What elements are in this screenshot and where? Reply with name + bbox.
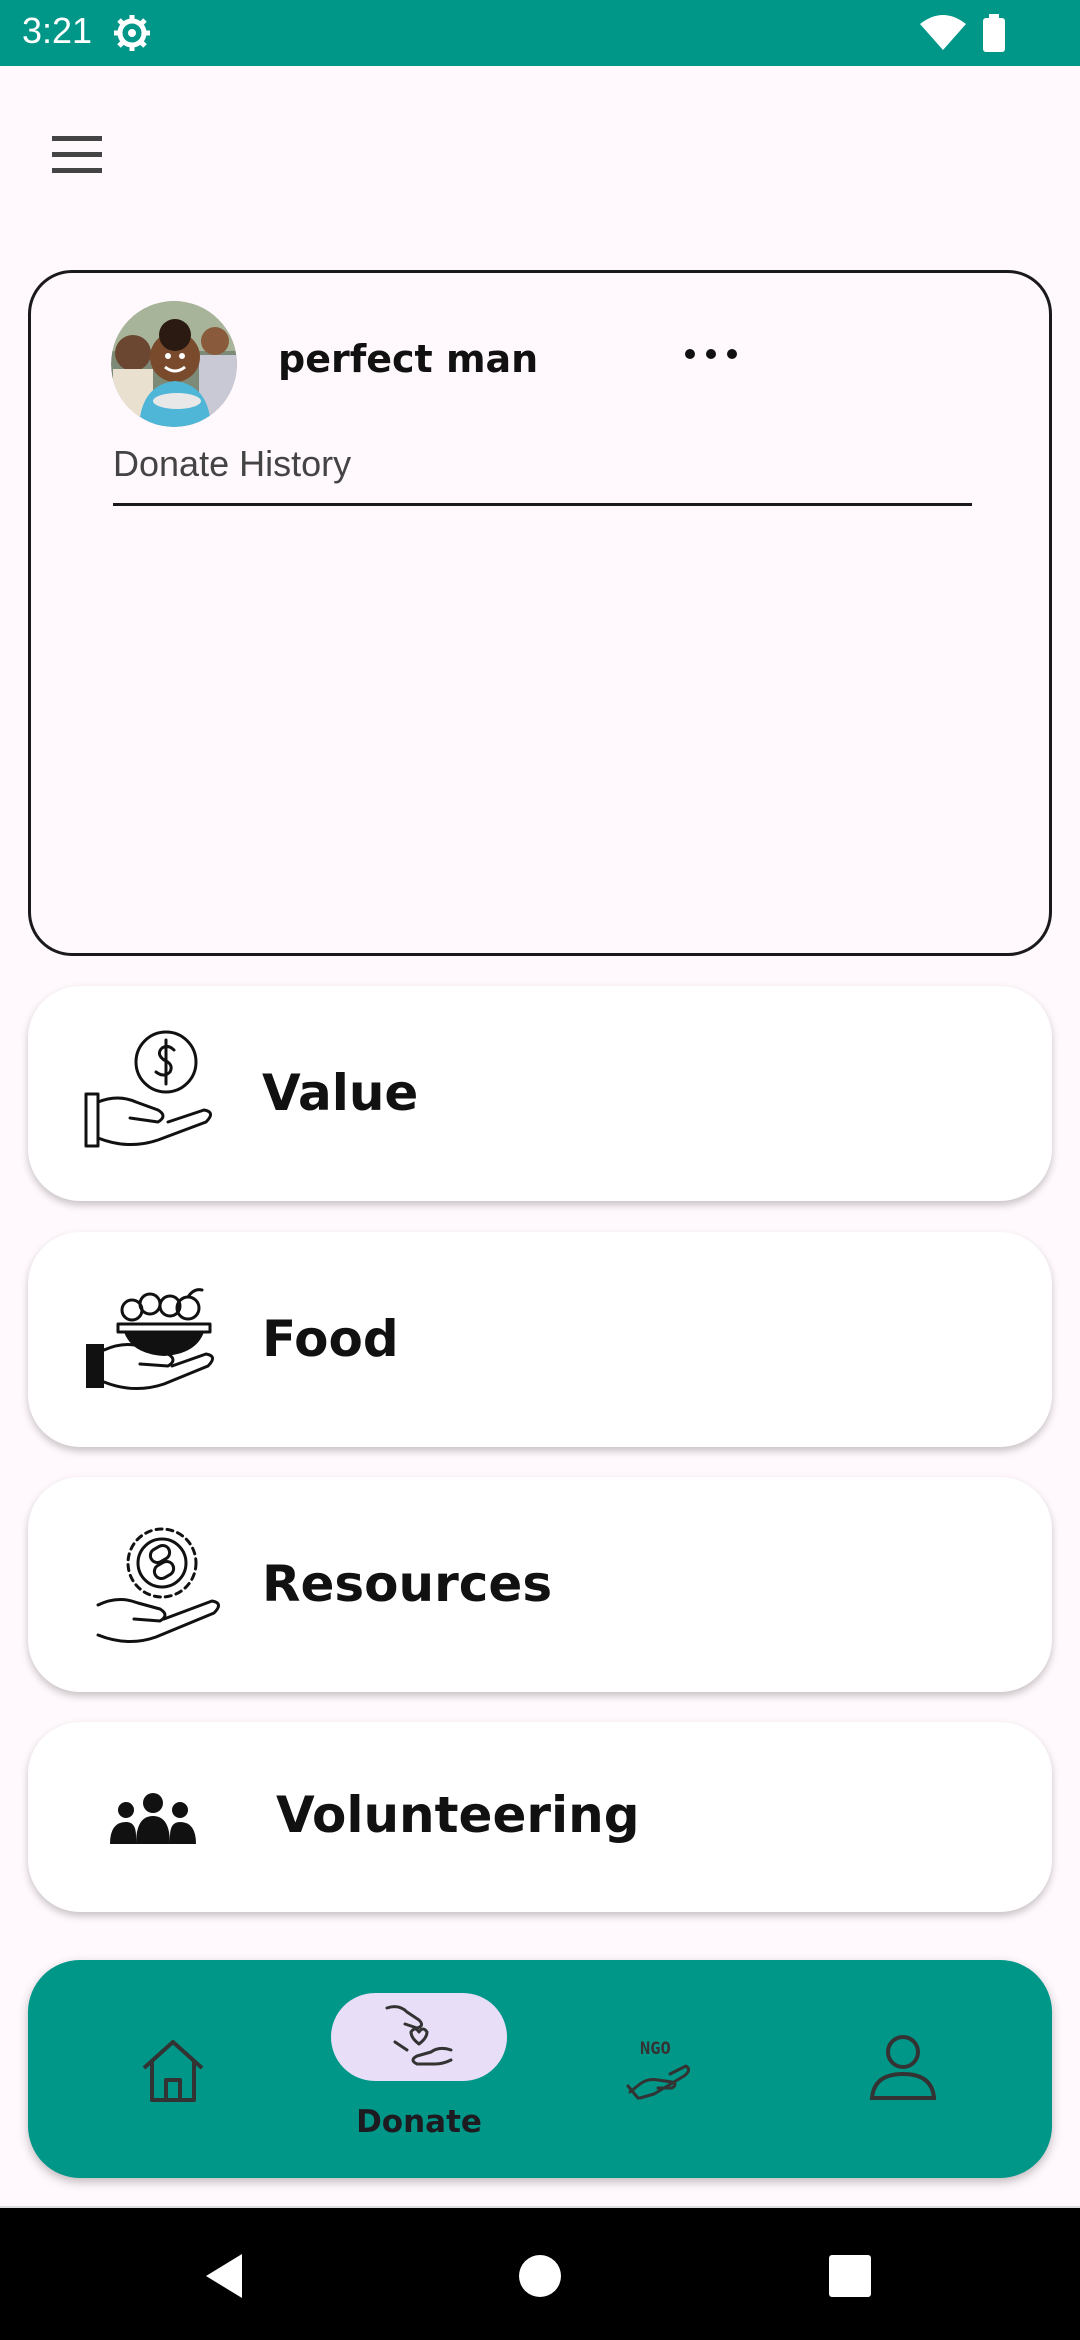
hand-resources-icon xyxy=(96,1527,220,1643)
donate-value-label: Value xyxy=(262,1064,419,1122)
donate-resources-label: Resources xyxy=(262,1555,553,1613)
recents-icon[interactable] xyxy=(828,2254,872,2298)
donate-resources-card[interactable]: Resources xyxy=(28,1477,1052,1692)
status-bar: 3:21 xyxy=(0,0,1080,66)
donate-food-card[interactable]: Food xyxy=(28,1232,1052,1447)
wifi-icon xyxy=(920,15,966,50)
profile-card: perfect man Donate History xyxy=(28,270,1052,956)
donate-food-label: Food xyxy=(262,1310,399,1368)
donate-history-label: Donate History xyxy=(113,443,352,484)
profile-name: perfect man xyxy=(278,337,539,381)
people-group-icon xyxy=(110,1793,196,1844)
donate-value-card[interactable]: Value xyxy=(28,986,1052,1201)
donate-volunteering-label: Volunteering xyxy=(276,1786,640,1844)
bottom-navigation: Donate NGO xyxy=(28,1960,1052,2178)
history-divider xyxy=(113,503,972,506)
donate-nav-label[interactable]: Donate xyxy=(331,2104,507,2140)
hand-dollar-icon xyxy=(84,1030,212,1148)
ngo-hand-icon[interactable]: NGO xyxy=(624,2036,700,2100)
svg-text:NGO: NGO xyxy=(640,2039,671,2059)
battery-icon xyxy=(983,14,1005,52)
home-circle-icon[interactable] xyxy=(518,2254,562,2298)
status-time: 3:21 xyxy=(22,10,93,51)
home-icon[interactable] xyxy=(138,2036,208,2106)
hamburger-menu-icon[interactable] xyxy=(40,126,114,182)
more-horizontal-icon[interactable] xyxy=(671,329,751,379)
avatar[interactable] xyxy=(111,301,237,427)
profile-person-icon[interactable] xyxy=(868,2032,938,2102)
donate-hands-icon[interactable] xyxy=(383,2002,455,2072)
back-icon[interactable] xyxy=(204,2254,244,2298)
system-navigation-bar xyxy=(0,2208,1080,2340)
hand-food-basket-icon xyxy=(86,1288,214,1390)
settings-gear-icon xyxy=(114,15,150,51)
donate-volunteering-card[interactable]: Volunteering xyxy=(28,1722,1052,1912)
